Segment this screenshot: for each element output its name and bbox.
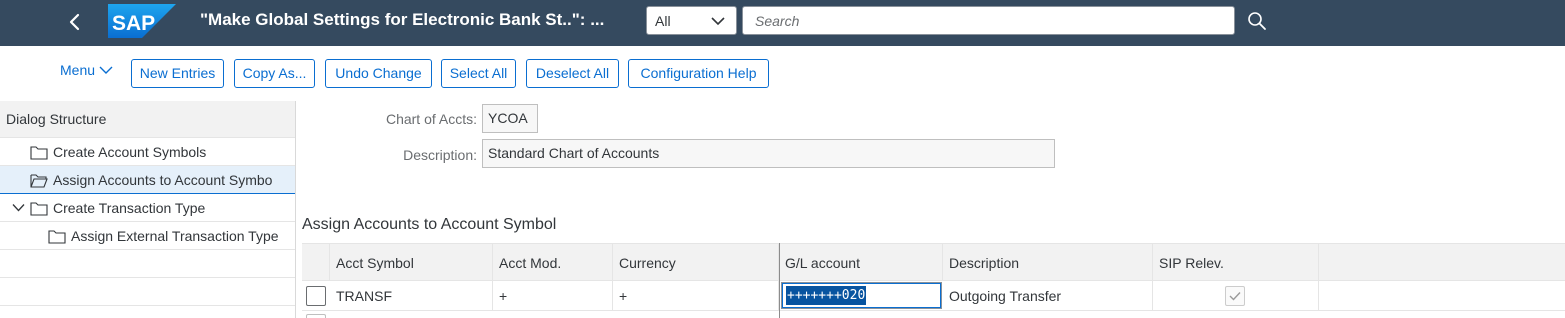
- row-select-checkbox[interactable]: [306, 286, 326, 306]
- column-header-description[interactable]: Description: [943, 244, 1153, 282]
- folder-open-icon: [30, 174, 48, 188]
- folder-icon: [48, 230, 66, 244]
- select-all-button[interactable]: Select All: [441, 59, 516, 88]
- cell-description: Outgoing Transfer: [943, 281, 1153, 311]
- search-icon[interactable]: [1246, 10, 1268, 32]
- search-scope-select[interactable]: All: [646, 6, 737, 35]
- tree-item-create-transaction-type[interactable]: Create Transaction Type: [0, 194, 295, 222]
- tree-item-label: Create Transaction Type: [53, 200, 206, 216]
- tree-item-assign-external-transaction-type[interactable]: Assign External Transaction Type: [0, 222, 295, 250]
- back-icon[interactable]: [62, 8, 88, 36]
- tree-item-create-account-symbols[interactable]: Create Account Symbols: [0, 138, 295, 166]
- description-label: Description:: [403, 147, 477, 163]
- description-field[interactable]: Standard Chart of Accounts: [482, 139, 1055, 168]
- copy-as-button[interactable]: Copy As...: [234, 59, 315, 88]
- chevron-down-icon: [711, 17, 725, 26]
- cell-currency: +: [613, 281, 779, 311]
- configuration-help-button[interactable]: Configuration Help: [628, 59, 769, 88]
- menu-label: Menu: [60, 62, 96, 78]
- table-header: Acct Symbol Acct Mod. Currency G/L accou…: [302, 243, 1565, 282]
- tree-empty-row: [0, 250, 295, 278]
- column-header-acct-mod[interactable]: Acct Mod.: [493, 244, 613, 282]
- shell-bar: SAP "Make Global Settings for Electronic…: [0, 0, 1565, 46]
- app-title[interactable]: "Make Global Settings for Electronic Ban…: [200, 10, 604, 30]
- section-title: Assign Accounts to Account Symbol: [302, 216, 557, 233]
- dialog-structure-heading: Dialog Structure: [0, 101, 295, 138]
- search-input[interactable]: [742, 6, 1235, 35]
- cell-acct-mod: +: [493, 281, 613, 311]
- column-divider: [779, 243, 780, 318]
- chart-of-accts-field[interactable]: YCOA: [482, 104, 538, 133]
- toolbar: Menu New Entries Copy As... Undo Change …: [0, 46, 1565, 100]
- sap-logo[interactable]: SAP: [108, 4, 176, 38]
- folder-icon: [30, 146, 48, 160]
- logo-text: SAP: [112, 12, 155, 35]
- gl-account-input[interactable]: +++++++020: [781, 282, 942, 309]
- folder-icon: [30, 202, 48, 216]
- row-select-checkbox[interactable]: [306, 314, 326, 318]
- column-header-currency[interactable]: Currency: [613, 244, 779, 282]
- tree-item-label: Assign External Transaction Type: [71, 228, 279, 244]
- gl-account-value: +++++++020: [786, 286, 867, 305]
- dialog-structure-panel: Dialog Structure Create Account Symbols …: [0, 101, 296, 318]
- new-entries-button[interactable]: New Entries: [131, 59, 224, 88]
- tree-item-label: Create Account Symbols: [53, 144, 207, 160]
- chevron-down-icon[interactable]: [12, 203, 25, 212]
- accounts-table: Acct Symbol Acct Mod. Currency G/L accou…: [302, 243, 1565, 318]
- search-scope-value: All: [655, 13, 671, 29]
- table-row-partial: [302, 311, 1565, 318]
- column-header-gl-account[interactable]: G/L account: [779, 244, 943, 282]
- chevron-down-icon: [99, 66, 113, 74]
- undo-change-button[interactable]: Undo Change: [325, 59, 432, 88]
- tree-item-label: Assign Accounts to Account Symbo: [53, 172, 273, 188]
- table-row: TRANSF + + +++++++020 Outgoing Transfer: [302, 281, 1565, 311]
- select-column-header: [302, 244, 330, 282]
- tree-item-assign-accounts[interactable]: Assign Accounts to Account Symbo: [0, 166, 295, 194]
- sip-relevant-checkbox[interactable]: [1225, 286, 1245, 306]
- checkmark-icon: [1229, 292, 1241, 301]
- column-header-acct-symbol[interactable]: Acct Symbol: [330, 244, 493, 282]
- cell-acct-symbol: TRANSF: [330, 281, 493, 311]
- chart-of-accts-label: Chart of Accts:: [385, 111, 477, 127]
- menu-button[interactable]: Menu: [60, 62, 113, 78]
- column-header-sip-relev[interactable]: SIP Relev.: [1153, 244, 1319, 282]
- tree-empty-row: [0, 278, 295, 306]
- deselect-all-button[interactable]: Deselect All: [526, 59, 619, 88]
